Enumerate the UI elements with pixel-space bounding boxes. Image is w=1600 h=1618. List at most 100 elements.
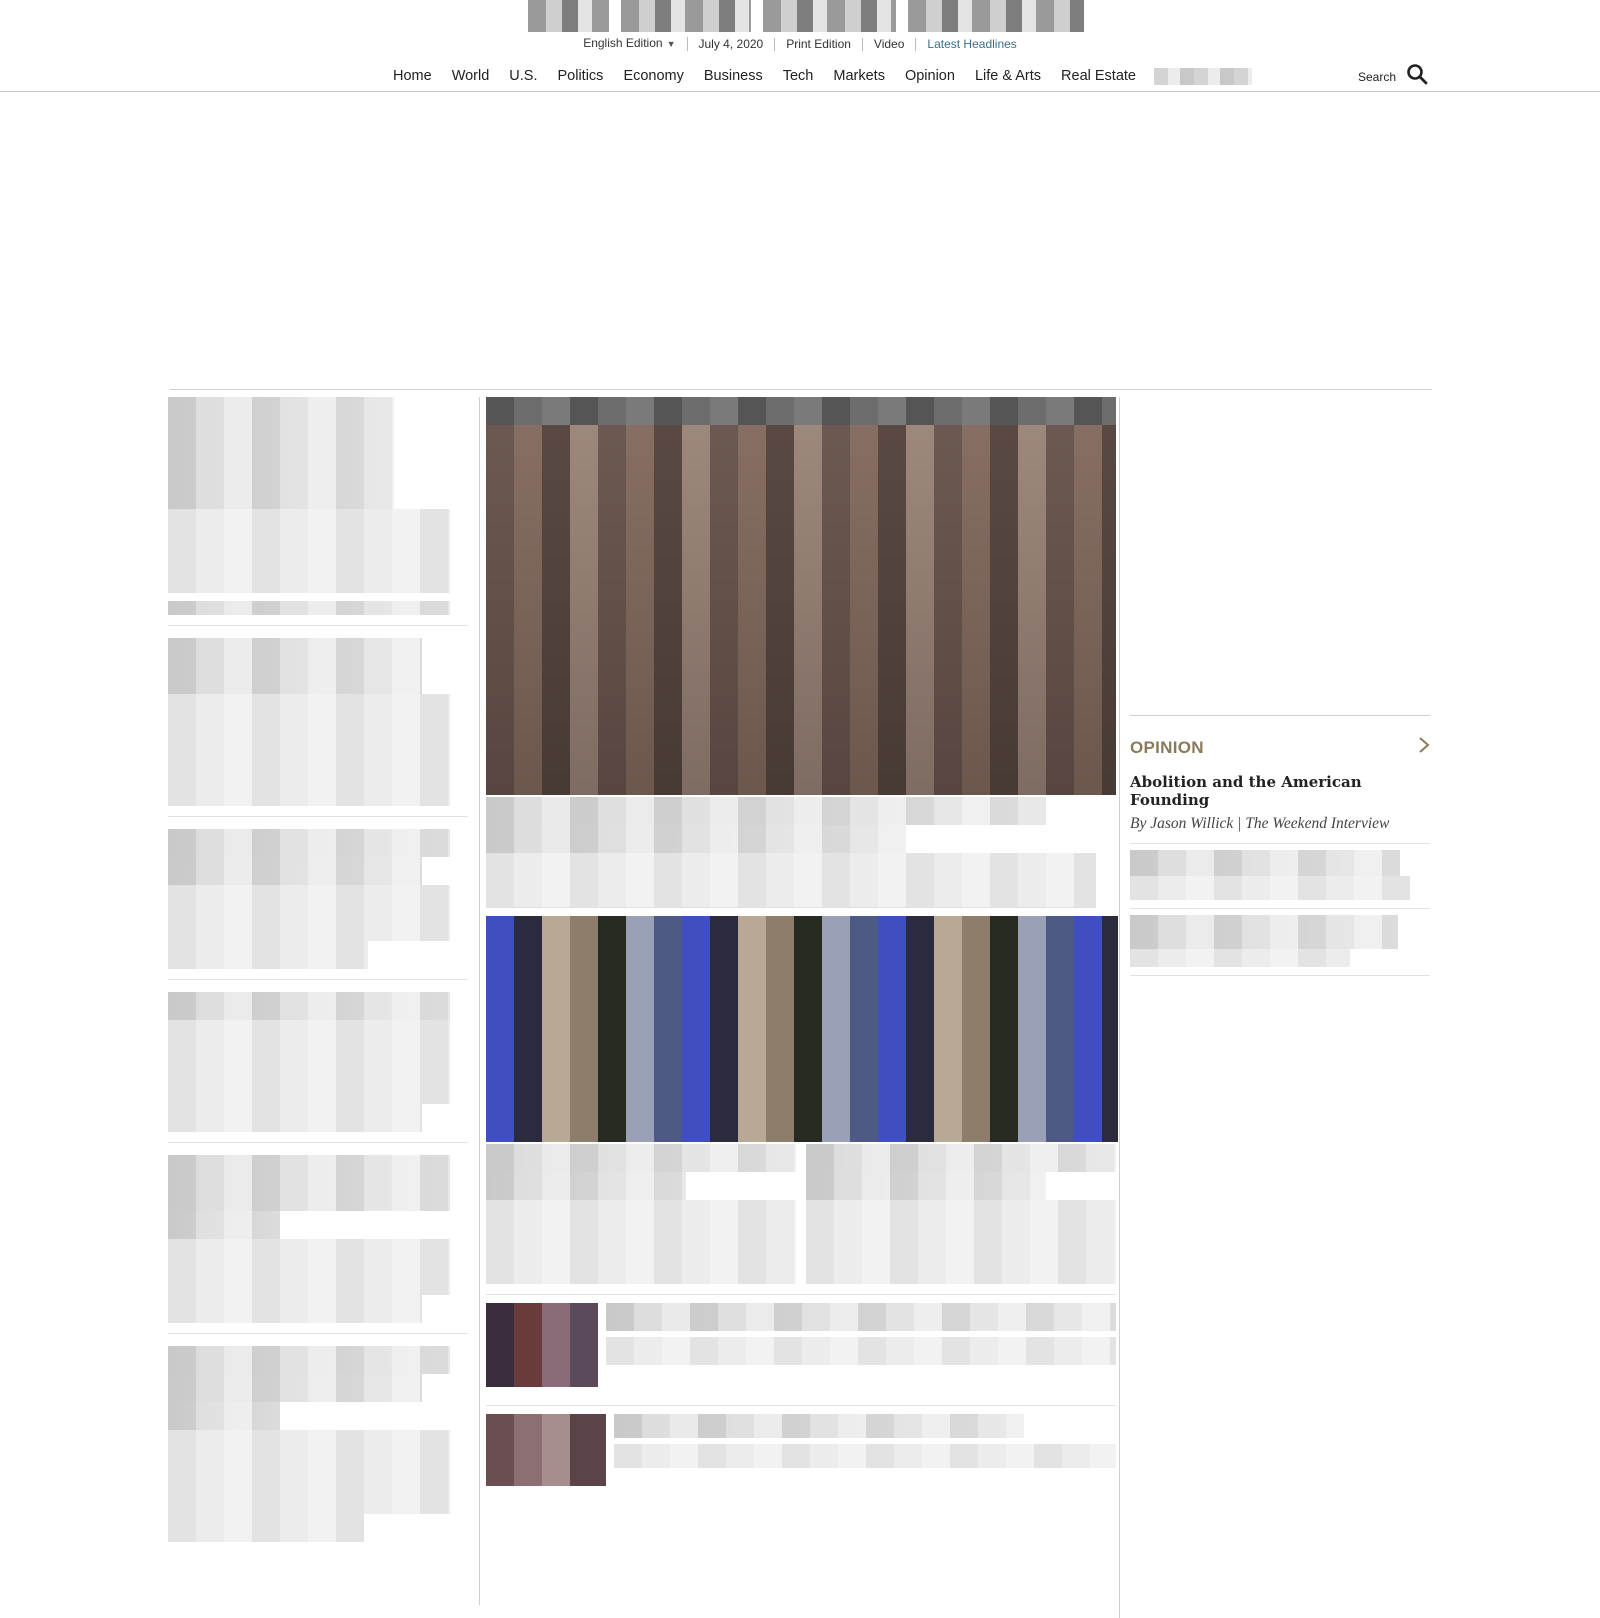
- nav-opinion[interactable]: Opinion: [905, 68, 955, 84]
- headline-blur: [168, 1211, 280, 1239]
- headline-blur: [168, 992, 450, 1020]
- headline-blur: [486, 1172, 686, 1200]
- story-item[interactable]: [168, 638, 468, 817]
- headline-blur: [168, 397, 394, 425]
- headline-blur: [168, 638, 422, 666]
- opinion-header[interactable]: OPINION: [1130, 736, 1430, 759]
- lead-headline-blur[interactable]: [486, 825, 906, 853]
- headline-blur: [168, 425, 394, 453]
- summary-blur: [168, 1514, 364, 1542]
- small-story[interactable]: [486, 1294, 1116, 1395]
- headline-blur: [1130, 915, 1398, 949]
- column-divider: [1119, 397, 1120, 1618]
- summary-blur: [168, 722, 450, 750]
- story-item[interactable]: [168, 992, 468, 1143]
- secondary-story-right[interactable]: [806, 1144, 1116, 1284]
- opinion-module: OPINION Abolition and the American Found…: [1130, 715, 1430, 976]
- search-button[interactable]: Search: [1358, 63, 1428, 90]
- nav-life-arts[interactable]: Life & Arts: [975, 68, 1041, 84]
- summary-blur: [168, 913, 450, 941]
- content-divider: [170, 389, 1432, 390]
- nav-real-estate[interactable]: Real Estate: [1061, 68, 1136, 84]
- summary-blur: [168, 1486, 450, 1514]
- secondary-story-left[interactable]: [486, 1144, 796, 1284]
- nav-tech[interactable]: Tech: [783, 68, 814, 84]
- nav-us[interactable]: U.S.: [509, 68, 537, 84]
- column-divider: [479, 397, 480, 1605]
- edition-selector[interactable]: English Edition ▼: [572, 37, 688, 51]
- story-item[interactable]: [168, 1155, 468, 1334]
- nav-business[interactable]: Business: [704, 68, 763, 84]
- headline-blur: [168, 1155, 450, 1183]
- summary-blur: [168, 1295, 422, 1323]
- secondary-story-texts: [486, 1144, 1116, 1284]
- video-link[interactable]: Video: [863, 37, 917, 51]
- nav-item-blurred[interactable]: [1154, 67, 1252, 85]
- story-item[interactable]: [168, 1346, 468, 1552]
- summary-blur: [168, 1020, 450, 1048]
- headline-blur: [806, 1172, 1046, 1200]
- story-thumbnail[interactable]: [486, 1303, 598, 1387]
- summary-blur: [168, 778, 450, 806]
- center-column: [486, 397, 1118, 1494]
- headline-blur: [606, 1303, 1116, 1331]
- latest-headlines-link[interactable]: Latest Headlines: [916, 37, 1027, 51]
- logo-part: [528, 0, 609, 32]
- nav-home[interactable]: Home: [393, 68, 432, 84]
- headline-blur: [1130, 949, 1350, 967]
- lead-headline-blur[interactable]: [486, 797, 1046, 825]
- opinion-headline[interactable]: Abolition and the American Founding: [1130, 773, 1430, 809]
- summary-blur: [168, 1048, 450, 1076]
- nav-economy[interactable]: Economy: [623, 68, 683, 84]
- lead-story-image[interactable]: [486, 397, 1116, 795]
- summary-blur: [168, 565, 450, 593]
- summary-blur: [168, 1430, 450, 1458]
- summary-blur: [168, 1239, 450, 1267]
- summary-blur: [806, 1200, 1116, 1228]
- secondary-story-image[interactable]: [486, 916, 1118, 1142]
- side-ad-space: [1130, 397, 1430, 697]
- masthead-logo[interactable]: [528, 0, 1084, 32]
- opinion-story[interactable]: [1130, 915, 1430, 976]
- chevron-right-icon[interactable]: [1418, 736, 1430, 759]
- headline-blur: [806, 1144, 1116, 1172]
- summary-blur: [168, 694, 450, 722]
- summary-blur: [168, 1458, 450, 1486]
- summary-blur: [486, 1200, 796, 1228]
- summary-blur: [614, 1444, 1116, 1468]
- nav-markets[interactable]: Markets: [833, 68, 885, 84]
- small-story-text: [606, 1303, 1116, 1387]
- image-top-band: [486, 397, 1116, 425]
- story-item[interactable]: [168, 829, 468, 980]
- headline-blur: [486, 1144, 796, 1172]
- headline-blur: [1130, 876, 1410, 900]
- summary-blur: [806, 1228, 1116, 1256]
- story-thumbnail[interactable]: [486, 1414, 606, 1486]
- nav-world[interactable]: World: [452, 68, 490, 84]
- summary-blur: [486, 1228, 796, 1256]
- story-item[interactable]: [168, 397, 468, 626]
- opinion-story[interactable]: [1130, 850, 1430, 909]
- headline-blur: [168, 453, 394, 481]
- headline-blur: [168, 1346, 450, 1374]
- utility-bar: English Edition ▼ July 4, 2020 Print Edit…: [0, 34, 1600, 54]
- opinion-label[interactable]: OPINION: [1130, 738, 1204, 758]
- summary-blur: [486, 1256, 796, 1284]
- nav-politics[interactable]: Politics: [558, 68, 604, 84]
- headline-blur: [1130, 850, 1400, 876]
- top-ad-space: [0, 92, 1600, 388]
- date-label: July 4, 2020: [688, 37, 776, 51]
- headline-blur: [168, 829, 450, 857]
- headline-blur: [168, 1402, 280, 1430]
- lead-summary-blur: [486, 853, 1096, 881]
- headline-blur: [168, 666, 422, 694]
- opinion-byline: By Jason Willick | The Weekend Interview: [1130, 815, 1430, 844]
- logo-part: [762, 0, 897, 32]
- summary-blur: [168, 1267, 450, 1295]
- headline-blur: [168, 1374, 422, 1402]
- print-edition-link[interactable]: Print Edition: [775, 37, 863, 51]
- summary-blur: [168, 537, 450, 565]
- small-story[interactable]: [486, 1405, 1116, 1494]
- main-nav: Home World U.S. Politics Economy Busines…: [0, 60, 1600, 92]
- logo-part: [908, 0, 1084, 32]
